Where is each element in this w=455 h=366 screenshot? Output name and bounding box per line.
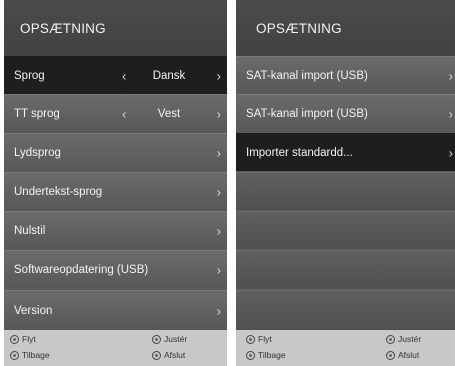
chevron-right-icon[interactable]: › (217, 68, 221, 83)
hint-move: Flyt (246, 334, 272, 344)
menu-row-empty (236, 172, 455, 210)
settings-panel-right: OPSÆTNING SAT-kanal import (USB) › SAT-k… (236, 0, 455, 366)
chevron-right-icon: › (216, 223, 221, 238)
hint-back: Tilbage (10, 350, 50, 360)
exit-button-icon (152, 350, 161, 360)
chevron-right-icon: › (216, 303, 221, 318)
hint-adjust: Justér (386, 334, 421, 344)
menu-item-label: SAT-kanal import (USB) (246, 69, 368, 82)
menu-row-empty (236, 290, 455, 330)
settings-panel-left: OPSÆTNING Sprog ‹ Dansk › TT sprog ‹ Ves… (4, 0, 227, 366)
menu-row-empty (236, 250, 455, 288)
menu-item-lydsprog[interactable]: Lydsprog › (4, 133, 227, 171)
hint-adjust-label: Justér (164, 334, 188, 344)
hint-back-label: Tilbage (258, 350, 286, 360)
hint-move-label: Flyt (22, 334, 36, 344)
dpad-icon (10, 334, 19, 344)
menu-item-undertekst-sprog[interactable]: Undertekst-sprog › (4, 172, 227, 210)
footer-hints: Flyt Tilbage Justér Afslut (4, 330, 227, 366)
menu-item-sat-import-2[interactable]: SAT-kanal import (USB) › (236, 94, 455, 132)
menu-item-softwareopdatering[interactable]: Softwareopdatering (USB) › (4, 250, 227, 288)
chevron-right-icon: › (216, 262, 221, 277)
dpad-icon (386, 334, 395, 344)
menu-item-label: Undertekst-sprog (14, 185, 103, 198)
panel-title: OPSÆTNING (236, 0, 455, 56)
hint-move: Flyt (10, 334, 36, 344)
chevron-right-icon: › (448, 145, 453, 160)
menu-item-label: Version (14, 304, 53, 317)
menu-item-nulstil[interactable]: Nulstil › (4, 211, 227, 249)
menu-item-sat-import-1[interactable]: SAT-kanal import (USB) › (236, 56, 455, 94)
chevron-right-icon[interactable]: › (217, 106, 221, 121)
hint-back-label: Tilbage (22, 350, 50, 360)
hint-back: Tilbage (246, 350, 286, 360)
footer-hints: Flyt Tilbage Justér Afslut (236, 330, 455, 366)
back-button-icon (246, 350, 255, 360)
chevron-right-icon: › (216, 184, 221, 199)
hint-exit: Afslut (152, 350, 185, 360)
back-button-icon (10, 350, 19, 360)
hint-adjust: Justér (152, 334, 187, 344)
menu-item-value: Vest (157, 107, 181, 120)
menu-item-importer-standard[interactable]: Importer standardd... › (236, 133, 455, 171)
menu-item-label: Nulstil (14, 224, 46, 237)
menu-item-sprog[interactable]: Sprog ‹ Dansk › (4, 56, 227, 94)
menu-item-value: Dansk (152, 69, 186, 82)
chevron-right-icon: › (448, 106, 453, 121)
menu-item-tt-sprog[interactable]: TT sprog ‹ Vest › (4, 94, 227, 132)
dpad-icon (246, 334, 255, 344)
hint-exit-label: Afslut (164, 350, 186, 360)
menu-item-label: Importer standardd... (246, 146, 353, 159)
hint-move-label: Flyt (258, 334, 272, 344)
chevron-right-icon: › (216, 145, 221, 160)
hint-exit-label: Afslut (398, 350, 420, 360)
menu-item-label: Lydsprog (14, 146, 61, 159)
menu-item-label: Sprog (14, 69, 45, 82)
menu-item-version[interactable]: Version › (4, 290, 227, 330)
menu-row-empty (236, 211, 455, 249)
chevron-right-icon: › (448, 68, 453, 83)
chevron-left-icon[interactable]: ‹ (122, 68, 126, 83)
panel-title: OPSÆTNING (4, 0, 227, 56)
menu-item-label: Softwareopdatering (USB) (14, 263, 149, 276)
menu-item-label: TT sprog (14, 107, 60, 120)
menu-item-label: SAT-kanal import (USB) (246, 107, 368, 120)
dpad-icon (152, 334, 161, 344)
exit-button-icon (386, 350, 395, 360)
chevron-left-icon[interactable]: ‹ (122, 106, 126, 121)
hint-adjust-label: Justér (398, 334, 422, 344)
hint-exit: Afslut (386, 350, 419, 360)
